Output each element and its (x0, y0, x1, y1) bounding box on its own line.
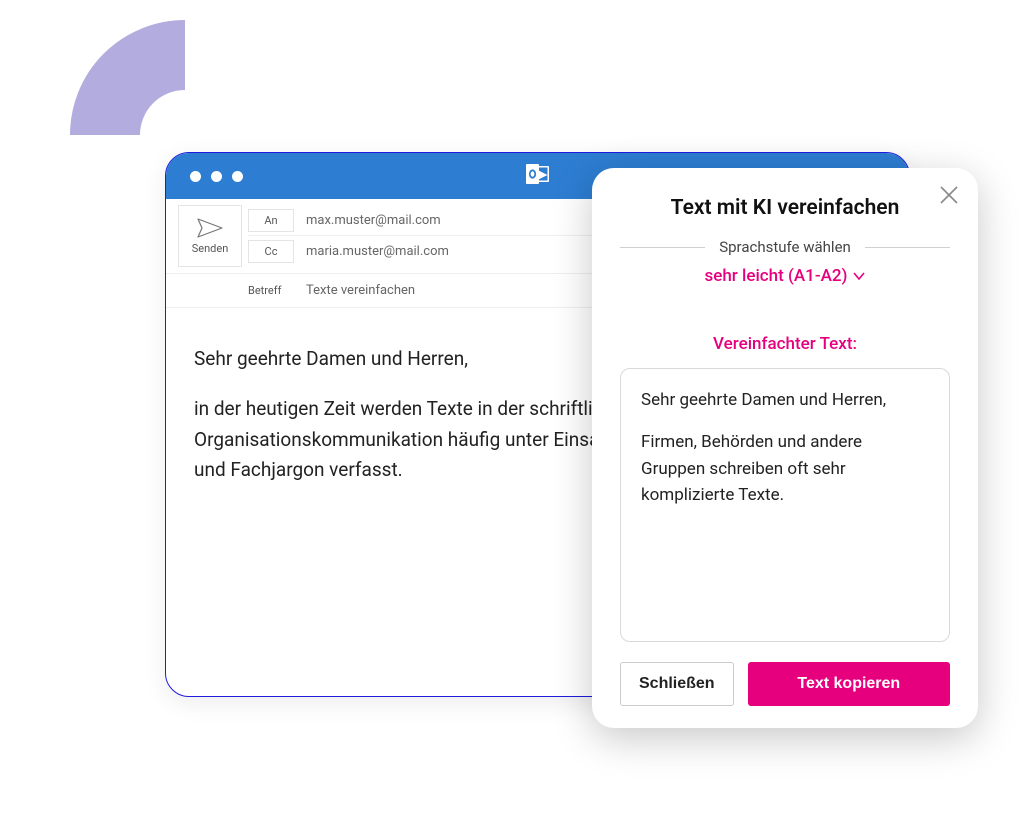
send-button[interactable]: Senden (178, 205, 242, 267)
simplified-paragraph: Firmen, Behörden und andere Gruppen schr… (641, 429, 929, 508)
window-dot[interactable] (232, 171, 243, 182)
level-select[interactable]: sehr leicht (A1-A2) (620, 266, 950, 286)
cc-label[interactable]: Cc (248, 240, 294, 263)
simplified-label: Vereinfachter Text: (620, 334, 950, 354)
level-heading: Sprachstufe wählen (620, 238, 950, 256)
close-button[interactable]: Schließen (620, 662, 734, 706)
simplified-greeting: Sehr geehrte Damen und Herren, (641, 387, 929, 413)
copy-button[interactable]: Text kopieren (748, 662, 950, 706)
panel-actions: Schließen Text kopieren (620, 662, 950, 706)
window-controls[interactable] (190, 171, 243, 182)
simplify-panel: Text mit KI vereinfachen Sprachstufe wäh… (592, 168, 978, 728)
panel-title: Text mit KI vereinfachen (620, 196, 950, 220)
send-icon (197, 218, 223, 238)
subject-label: Betreff (248, 280, 294, 301)
simplified-output[interactable]: Sehr geehrte Damen und Herren, Firmen, B… (620, 368, 950, 642)
to-label[interactable]: An (248, 209, 294, 232)
outlook-icon (526, 163, 550, 189)
close-icon[interactable] (938, 184, 960, 206)
window-dot[interactable] (211, 171, 222, 182)
window-dot[interactable] (190, 171, 201, 182)
level-selected-value: sehr leicht (A1-A2) (705, 266, 848, 286)
level-label: Sprachstufe wählen (705, 238, 865, 256)
send-label: Senden (192, 242, 229, 255)
chevron-down-icon (852, 269, 866, 283)
